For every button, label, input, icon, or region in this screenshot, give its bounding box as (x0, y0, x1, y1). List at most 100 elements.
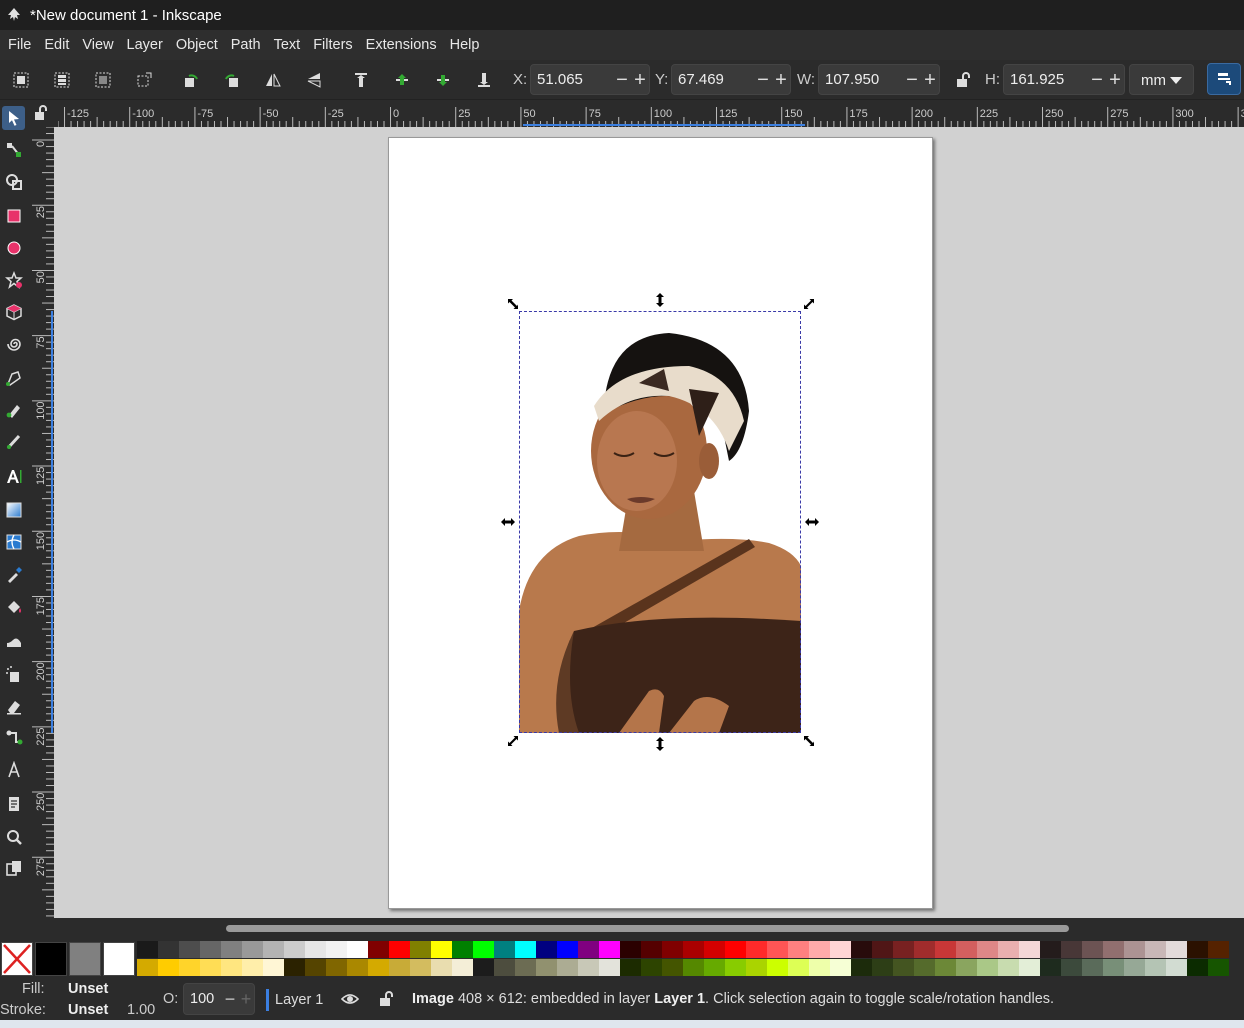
palette-swatch[interactable] (578, 941, 599, 958)
h-input[interactable]: 161.925 − + (1003, 64, 1125, 95)
w-value[interactable]: 107.950 (819, 71, 903, 88)
palette-swatch[interactable] (725, 941, 746, 958)
w-input[interactable]: 107.950 − + (818, 64, 940, 95)
palette-swatch[interactable] (431, 959, 452, 976)
ellipse-tool[interactable] (2, 236, 25, 260)
palette-swatch[interactable] (788, 941, 809, 958)
rotate-cw-button[interactable] (221, 69, 243, 91)
star-tool[interactable] (2, 268, 25, 292)
node-tool[interactable] (2, 138, 25, 162)
y-input[interactable]: 67.469 − + (671, 64, 791, 95)
palette-swatch[interactable] (620, 959, 641, 976)
menu-help[interactable]: Help (445, 30, 485, 60)
palette-swatch[interactable] (1124, 959, 1145, 976)
scale-handle-s[interactable] (653, 737, 667, 751)
palette-swatch[interactable] (1145, 941, 1166, 958)
select-all-layers-button[interactable] (51, 69, 73, 91)
palette-swatch[interactable] (1061, 959, 1082, 976)
palette-swatch[interactable] (1124, 941, 1145, 958)
opacity-value[interactable]: 100 (184, 991, 222, 1007)
palette-swatch[interactable] (410, 959, 431, 976)
opacity-input[interactable]: 100 − + (183, 983, 255, 1015)
palette-swatch[interactable] (641, 959, 662, 976)
palette-swatch[interactable] (1040, 959, 1061, 976)
palette-swatch[interactable] (599, 941, 620, 958)
palette-swatch[interactable] (221, 941, 242, 958)
x-increment-button[interactable]: + (631, 66, 649, 94)
unit-dropdown[interactable]: mm (1129, 64, 1194, 95)
pen-tool[interactable] (2, 366, 25, 390)
shape-builder-tool[interactable] (2, 170, 25, 194)
pages-tool[interactable] (2, 792, 25, 816)
palette-swatch[interactable] (179, 959, 200, 976)
opacity-increment-button[interactable]: + (238, 989, 254, 1010)
connector-tool[interactable] (2, 726, 25, 750)
h-decrement-button[interactable]: − (1088, 66, 1106, 94)
palette-swatch[interactable] (914, 959, 935, 976)
palette-swatch[interactable] (473, 959, 494, 976)
fill-value[interactable]: Unset (68, 981, 108, 997)
palette-swatch[interactable] (893, 959, 914, 976)
palette-swatch[interactable] (746, 959, 767, 976)
dropper-tool[interactable] (2, 563, 25, 587)
palette-swatch[interactable] (494, 959, 515, 976)
palette-swatch[interactable] (809, 941, 830, 958)
h-value[interactable]: 161.925 (1004, 71, 1088, 88)
palette-swatch[interactable] (389, 959, 410, 976)
palette-swatch[interactable] (830, 941, 851, 958)
palette-swatch[interactable] (137, 959, 158, 976)
palette-swatch[interactable] (305, 941, 326, 958)
lower-to-bottom-button[interactable] (473, 69, 495, 91)
palette-swatch[interactable] (347, 941, 368, 958)
palette-swatch[interactable] (662, 959, 683, 976)
opacity-decrement-button[interactable]: − (222, 989, 238, 1010)
palette-swatch[interactable] (725, 959, 746, 976)
palette-swatch[interactable] (662, 941, 683, 958)
palette-swatch[interactable] (452, 959, 473, 976)
palette-swatch[interactable] (263, 941, 284, 958)
palette-swatch[interactable] (473, 941, 494, 958)
palette-swatch[interactable] (326, 941, 347, 958)
palette-swatch[interactable] (998, 959, 1019, 976)
palette-swatch[interactable] (158, 941, 179, 958)
palette-swatch[interactable] (536, 959, 557, 976)
palette-swatch[interactable] (956, 941, 977, 958)
swatch-white[interactable] (103, 942, 135, 976)
palette-swatch[interactable] (788, 959, 809, 976)
lower-button[interactable] (432, 69, 454, 91)
palette-swatch[interactable] (1187, 941, 1208, 958)
palette-swatch[interactable] (1208, 941, 1229, 958)
palette-swatch[interactable] (935, 959, 956, 976)
palette-swatch[interactable] (200, 941, 221, 958)
palette-swatch[interactable] (536, 941, 557, 958)
palette-swatch[interactable] (284, 941, 305, 958)
menu-edit[interactable]: Edit (39, 30, 74, 60)
eye-icon[interactable] (341, 991, 359, 1007)
palette-swatch[interactable] (1187, 959, 1208, 976)
palette-swatch[interactable] (914, 941, 935, 958)
palette-swatch[interactable] (683, 941, 704, 958)
scale-handle-se[interactable] (802, 734, 816, 748)
palette-swatch[interactable] (578, 959, 599, 976)
palette-swatch[interactable] (1019, 941, 1040, 958)
rectangle-tool[interactable] (2, 204, 25, 228)
palette-swatch[interactable] (872, 959, 893, 976)
palette-swatch[interactable] (431, 941, 452, 958)
menu-filters[interactable]: Filters (308, 30, 357, 60)
palette-swatch[interactable] (704, 959, 725, 976)
palette-swatch[interactable] (1082, 959, 1103, 976)
eraser-tool[interactable] (2, 694, 25, 718)
raise-button[interactable] (391, 69, 413, 91)
palette-swatch[interactable] (452, 941, 473, 958)
scale-handle-w[interactable] (501, 515, 515, 529)
w-decrement-button[interactable]: − (903, 66, 921, 94)
x-value[interactable]: 51.065 (531, 71, 613, 88)
palette-swatch[interactable] (746, 941, 767, 958)
menu-object[interactable]: Object (171, 30, 223, 60)
lock-proportions-button[interactable] (952, 69, 974, 91)
palette-swatch[interactable] (893, 941, 914, 958)
palette-swatch[interactable] (1166, 941, 1187, 958)
swatch-grey[interactable] (69, 942, 101, 976)
palette-swatch[interactable] (368, 959, 389, 976)
palette-swatch[interactable] (326, 959, 347, 976)
